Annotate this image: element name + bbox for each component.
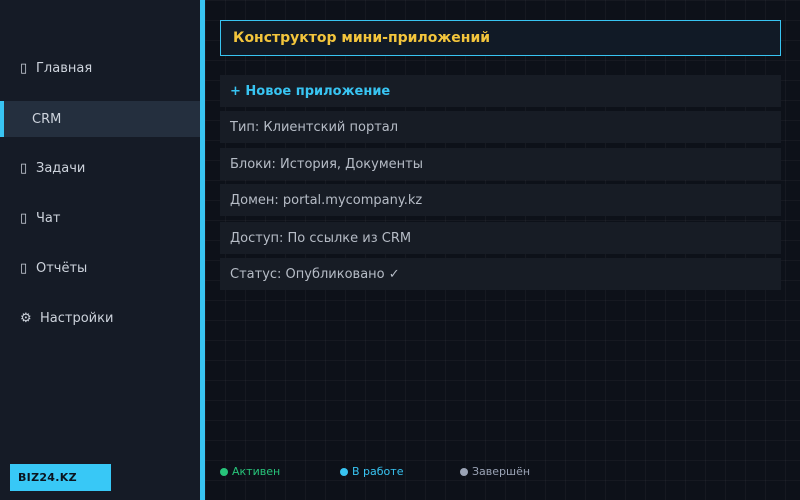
reports-icon: ▯	[20, 260, 28, 276]
legend-label: Завершён	[472, 465, 531, 478]
sidebar-item-label: Задачи	[36, 160, 86, 176]
sidebar-item-tasks[interactable]: ▯ Задачи	[0, 150, 200, 186]
sidebar-item-label: Отчёты	[36, 260, 88, 276]
status-dot-icon	[220, 467, 228, 476]
new-app-button[interactable]: + Новое приложение	[220, 75, 781, 107]
sidebar-item-settings[interactable]: ⚙ Настройки	[0, 300, 200, 336]
status-dot-icon	[460, 467, 468, 476]
home-icon: ▯	[20, 60, 28, 76]
list-item-blocks[interactable]: Блоки: История, Документы	[220, 148, 781, 180]
sidebar-item-chat[interactable]: ▯ Чат	[0, 200, 200, 236]
main-content: Конструктор мини-приложений + Новое прил…	[205, 0, 800, 500]
sidebar-item-label: Чат	[36, 210, 61, 226]
list-item-domain[interactable]: Домен: portal.mycompany.kz	[220, 184, 781, 216]
list-item-status[interactable]: Статус: Опубликовано ✓	[220, 258, 781, 290]
tasks-icon: ▯	[20, 160, 28, 176]
status-dot-icon	[340, 467, 348, 476]
legend-in-progress: В работе	[340, 465, 403, 478]
sidebar-item-label: Главная	[36, 60, 93, 76]
sidebar-item-home[interactable]: ▯ Главная	[0, 50, 200, 86]
brand-logo[interactable]: BIZ24.KZ	[10, 464, 111, 491]
chat-icon: ▯	[20, 210, 28, 226]
sidebar-item-crm[interactable]: CRM	[0, 101, 200, 137]
sidebar-item-label: CRM	[32, 111, 62, 127]
list-item-type[interactable]: Тип: Клиентский портал	[220, 111, 781, 143]
list-item-access[interactable]: Доступ: По ссылке из CRM	[220, 222, 781, 254]
gear-icon: ⚙	[20, 310, 32, 326]
page-title: Конструктор мини-приложений	[220, 20, 781, 56]
app-window: ▯ Главная CRM ▯ Задачи ▯ Чат ▯ Отчёты ⚙ …	[0, 0, 800, 500]
legend-active: Активен	[220, 465, 280, 478]
legend-label: Активен	[232, 465, 281, 478]
legend-done: Завершён	[460, 465, 530, 478]
sidebar-item-label: Настройки	[40, 310, 114, 326]
legend-label: В работе	[352, 465, 404, 478]
sidebar: ▯ Главная CRM ▯ Задачи ▯ Чат ▯ Отчёты ⚙ …	[0, 0, 200, 500]
sidebar-item-reports[interactable]: ▯ Отчёты	[0, 250, 200, 286]
